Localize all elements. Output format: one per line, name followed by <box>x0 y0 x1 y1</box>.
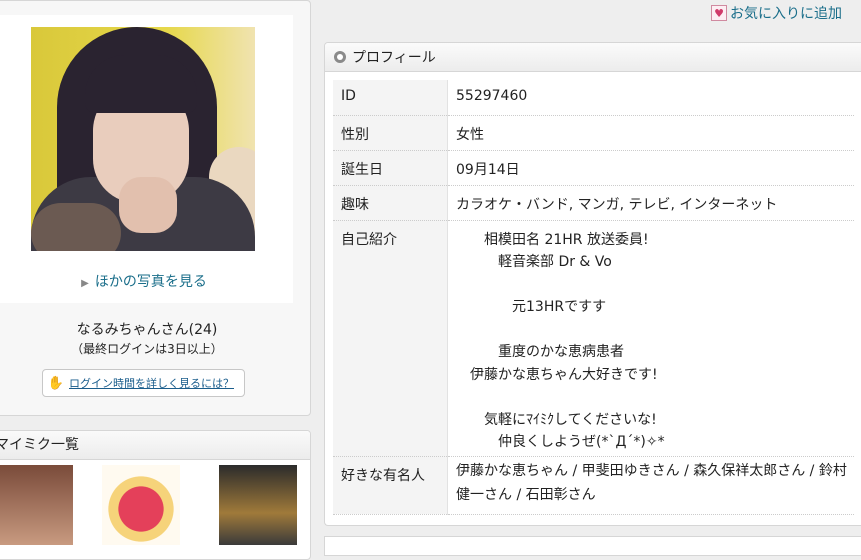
intro-line <box>456 386 854 409</box>
row-key: 趣味 <box>333 185 448 221</box>
triangle-right-icon: ▶ <box>81 278 89 289</box>
row-key: 誕生日 <box>333 150 448 186</box>
hand-icon: ✋ <box>47 375 65 391</box>
intro-line <box>456 319 854 342</box>
intro-line: 元13HRですす <box>456 299 607 315</box>
row-value: カラオケ・バンド, マンガ, テレビ, インターネット <box>447 185 854 221</box>
profile-row: ID 55297460 <box>333 80 854 116</box>
row-value: 09月14日 <box>447 150 854 186</box>
add-to-favorites-link[interactable]: ♥ お気に入りに追加 <box>711 3 842 23</box>
row-key: ID <box>333 80 448 116</box>
intro-line: 重度のかな恵病患者 <box>456 344 624 360</box>
intro-line: 相模田名 21HR 放送委員! <box>456 231 649 248</box>
row-key: 性別 <box>333 115 448 151</box>
mymixi-title: マイミク一覧 <box>0 431 310 460</box>
intro-line: 伊藤かな恵ちゃん大好きです! <box>456 366 658 383</box>
heart-icon: ♥ <box>711 5 727 21</box>
profile-row: 好きな有名人 伊藤かな恵ちゃん / 甲斐田ゆきさん / 森久保祥太郎さん / 鈴… <box>333 456 854 515</box>
profile-row: 自己紹介 相模田名 21HR 放送委員! 軽音楽部 Dr & Vo 元13HRで… <box>333 220 854 457</box>
user-card: ▶ ほかの写真を見る なるみちゃんさん(24) （最終ログインは3日以上） ✋ ロ… <box>0 0 311 416</box>
last-login: （最終ログインは3日以上） <box>71 342 223 356</box>
circle-bullet-icon <box>334 51 346 63</box>
profile-panel: プロフィール ID 55297460 性別 女性 誕生日 09月14日 趣味 カ… <box>324 42 861 526</box>
login-time-help-label: ログイン時間を詳しく見るには？ <box>69 377 234 390</box>
intro-line: 仲良くしようぜ(*`Д´*)✧* <box>456 434 665 450</box>
profile-header: プロフィール <box>325 43 861 72</box>
self-introduction: 相模田名 21HR 放送委員! 軽音楽部 Dr & Vo 元13HRですす 重度… <box>447 220 854 457</box>
friend-thumbnail[interactable] <box>219 465 297 545</box>
profile-title: プロフィール <box>352 50 436 66</box>
username: なるみちゃんさん(24) <box>76 322 218 338</box>
friend-thumbnail[interactable] <box>102 465 180 545</box>
row-key: 好きな有名人 <box>333 456 448 515</box>
mymixi-list: マイミク一覧 <box>0 430 311 560</box>
intro-line: 気軽にﾏｲﾐｸしてくださいな! <box>456 411 657 428</box>
profile-row: 性別 女性 <box>333 115 854 151</box>
login-time-help-button[interactable]: ✋ ログイン時間を詳しく見るには？ <box>42 369 245 397</box>
profile-row: 誕生日 09月14日 <box>333 150 854 186</box>
profile-photo[interactable] <box>31 27 255 251</box>
profile-table: ID 55297460 性別 女性 誕生日 09月14日 趣味 カラオケ・バンド… <box>333 80 854 515</box>
photo-box: ▶ ほかの写真を見る <box>0 15 293 303</box>
add-to-favorites-label: お気に入りに追加 <box>730 6 842 22</box>
more-photos-link[interactable]: ▶ ほかの写真を見る <box>0 271 293 291</box>
intro-line <box>456 274 854 297</box>
friend-thumbnail[interactable] <box>0 465 73 545</box>
intro-line: 軽音楽部 Dr & Vo <box>456 254 612 270</box>
row-key: 自己紹介 <box>333 220 448 457</box>
next-panel <box>324 536 861 556</box>
row-value: 伊藤かな恵ちゃん / 甲斐田ゆきさん / 森久保祥太郎さん / 鈴村健一さん /… <box>447 456 854 515</box>
row-value: 女性 <box>447 115 854 151</box>
profile-row: 趣味 カラオケ・バンド, マンガ, テレビ, インターネット <box>333 185 854 221</box>
more-photos-label: ほかの写真を見る <box>94 274 207 290</box>
row-value: 55297460 <box>447 80 854 116</box>
